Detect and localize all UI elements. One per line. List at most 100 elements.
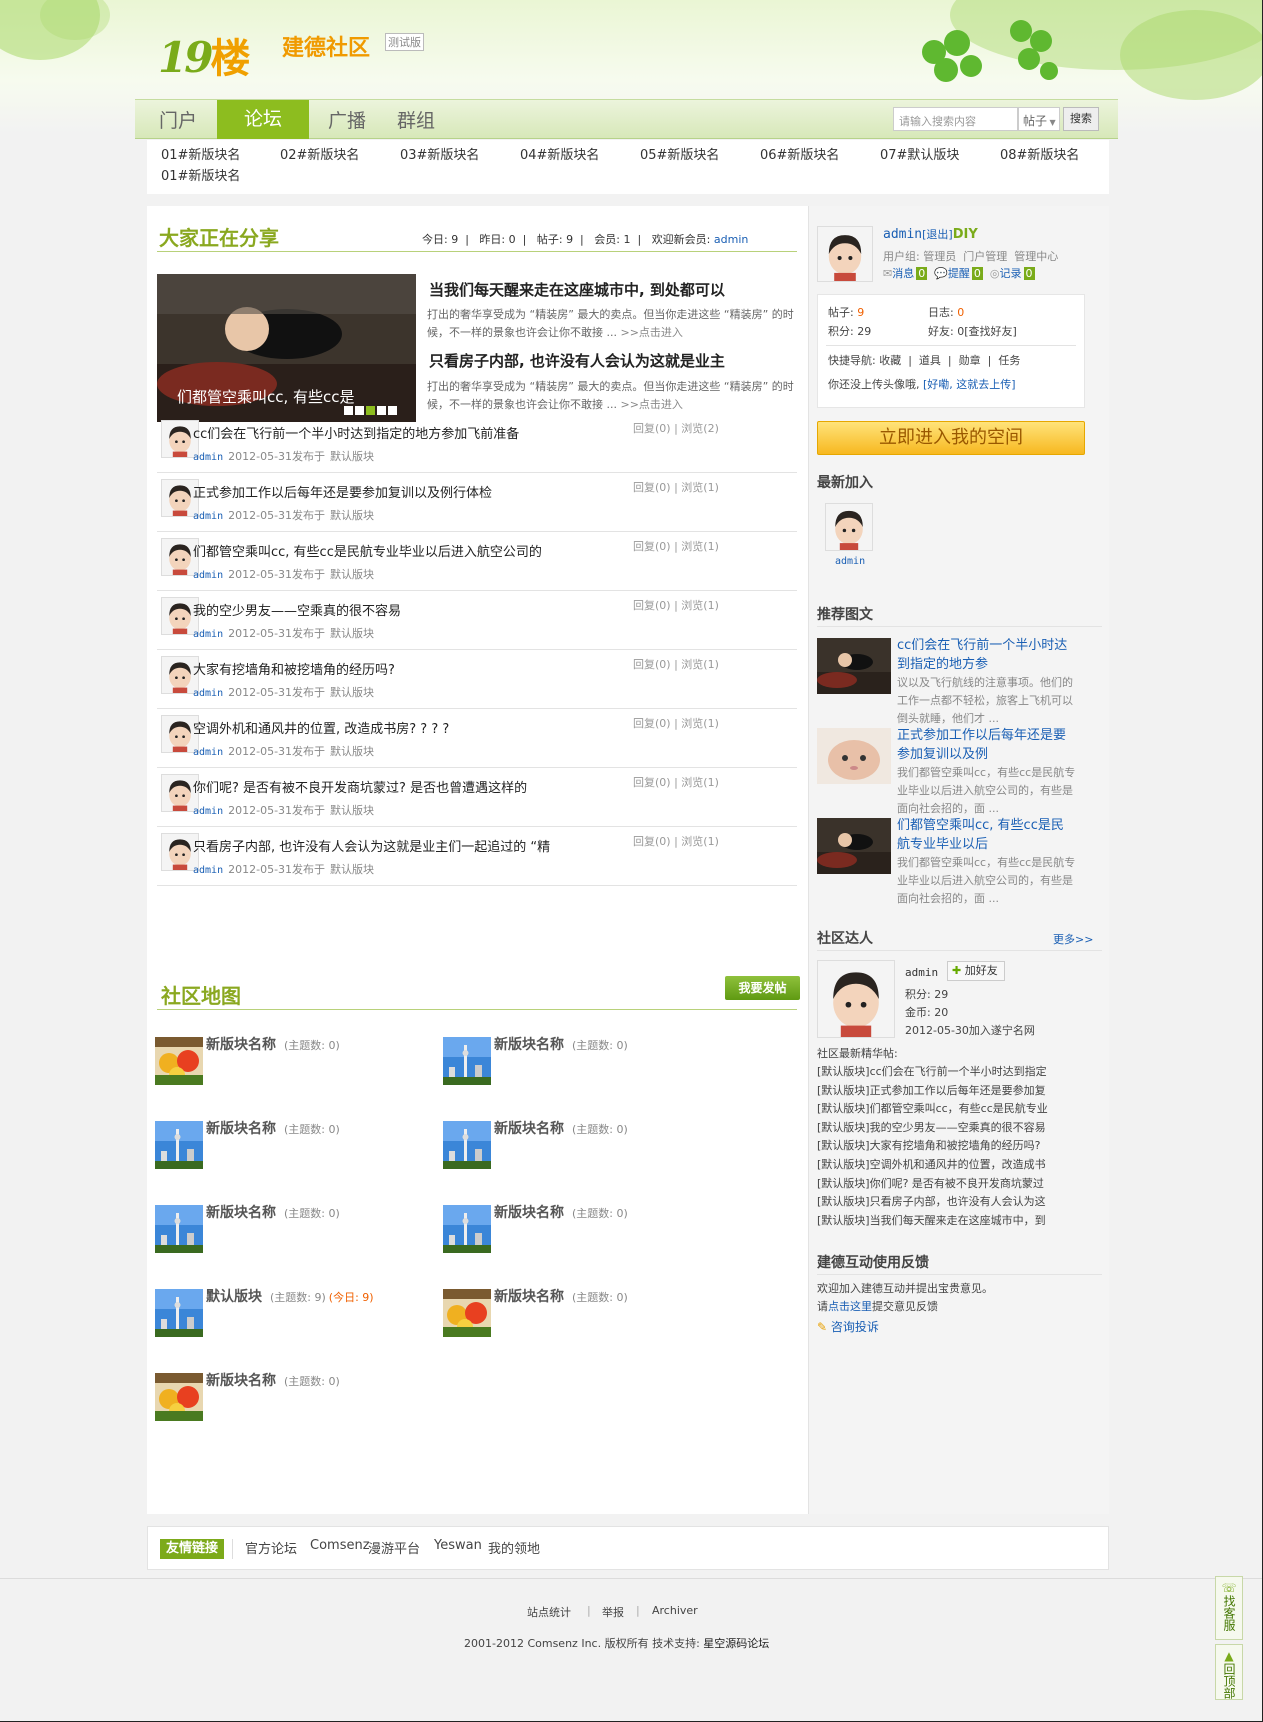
subnav-item[interactable]: 01#新版块名 — [161, 165, 240, 184]
customer-service-button[interactable]: ☏ 找客服 — [1215, 1576, 1243, 1640]
thread-author-link[interactable]: admin — [193, 747, 223, 758]
subnav-item[interactable]: 08#新版块名 — [1000, 144, 1079, 163]
subnav-item[interactable]: 05#新版块名 — [640, 144, 719, 163]
slideshow[interactable]: 们都管空乘叫cc, 有些cc是 — [157, 274, 416, 422]
quick-tasks[interactable]: 任务 — [998, 354, 1020, 367]
forum-name-link[interactable]: 新版块名称 — [494, 1286, 564, 1306]
forum-name-link[interactable]: 新版块名称 — [206, 1370, 276, 1390]
expert-avatar[interactable] — [817, 960, 895, 1038]
quick-favorites[interactable]: 收藏 — [879, 354, 901, 367]
thread-title[interactable]: 正式参加工作以后每年还是要参加复训以及例行体检 — [193, 482, 492, 501]
thread-forum-link[interactable]: 默认版块 — [330, 627, 374, 640]
complain-link[interactable]: ✎ 咨询投诉 — [817, 1318, 879, 1335]
portal-admin-link[interactable]: 门户管理 — [963, 250, 1007, 263]
footer-link-archiver[interactable]: Archiver — [652, 1604, 698, 1617]
enter-space-button[interactable]: 立即进入我的空间 — [817, 421, 1085, 455]
thread-author-link[interactable]: admin — [193, 452, 223, 463]
subnav-item[interactable]: 03#新版块名 — [400, 144, 479, 163]
thread-title[interactable]: 空调外机和通风井的位置, 改造成书房? ? ? ? — [193, 718, 449, 737]
thread-author-link[interactable]: admin — [193, 511, 223, 522]
nav-item-forum[interactable]: 论坛 — [217, 100, 309, 139]
forum-name-link[interactable]: 默认版块 — [206, 1286, 262, 1306]
slide-dot[interactable] — [377, 406, 386, 415]
essence-link[interactable]: [默认版块]当我们每天醒来走在这座城市中，到 — [817, 1211, 1046, 1231]
essence-link[interactable]: [默认版块]只看房子内部，也许没有人会认为这 — [817, 1192, 1046, 1212]
forum-name-link[interactable]: 新版块名称 — [206, 1034, 276, 1054]
friend-link[interactable]: 我的领地 — [488, 1538, 540, 1557]
friend-link[interactable]: 漫游平台 — [368, 1538, 420, 1557]
essence-link[interactable]: [默认版块]你们呢? 是否有被不良开发商坑蒙过 — [817, 1174, 1044, 1194]
featured-title[interactable]: 只看房子内部, 也许没有人会认为这就是业主 — [429, 350, 725, 371]
thread-title[interactable]: cc们会在飞行前一个半小时达到指定的地方参加飞前准备 — [193, 423, 519, 442]
thread-author-link[interactable]: admin — [193, 570, 223, 581]
recommend-thumbnail[interactable] — [817, 638, 891, 694]
friend-link[interactable]: 官方论坛 — [245, 1538, 297, 1557]
recommend-thumbnail[interactable] — [817, 728, 891, 784]
thread-forum-link[interactable]: 默认版块 — [330, 450, 374, 463]
friends-stat[interactable]: 好友: 0[查找好友] — [928, 322, 1017, 342]
forum-thumbnail[interactable] — [155, 1037, 203, 1085]
new-member-link[interactable]: admin — [714, 233, 748, 246]
forum-thumbnail[interactable] — [443, 1205, 491, 1253]
subnav-item[interactable]: 01#新版块名 — [161, 144, 240, 163]
forum-name-link[interactable]: 新版块名称 — [494, 1034, 564, 1054]
featured-title[interactable]: 当我们每天醒来走在这座城市中, 到处都可以 — [429, 279, 725, 300]
thread-author-link[interactable]: admin — [193, 688, 223, 699]
recommend-title-link[interactable]: cc们会在飞行前一个半小时达到指定的地方参 — [897, 636, 1072, 674]
nav-item-group[interactable]: 群组 — [397, 106, 435, 133]
subnav-item[interactable]: 04#新版块名 — [520, 144, 599, 163]
newest-member-avatar[interactable] — [825, 503, 873, 551]
forum-thumbnail[interactable] — [443, 1037, 491, 1085]
logout-link[interactable]: [退出] — [922, 228, 953, 241]
slide-dots[interactable] — [342, 404, 397, 418]
essence-link[interactable]: [默认版块]们都管空乘叫cc，有些cc是民航专业 — [817, 1099, 1048, 1119]
user-group-value[interactable]: 管理员 — [923, 250, 956, 263]
forum-thumbnail[interactable] — [155, 1373, 203, 1421]
footer-link-report[interactable]: 举报 — [602, 1604, 624, 1620]
thread-title[interactable]: 大家有挖墙角和被挖墙角的经历吗? — [193, 659, 395, 678]
essence-link[interactable]: [默认版块]cc们会在飞行前一个半小时达到指定 — [817, 1062, 1047, 1082]
message-link[interactable]: 消息 — [892, 267, 914, 280]
new-post-button[interactable]: 我要发帖 — [725, 976, 800, 1000]
thread-forum-link[interactable]: 默认版块 — [330, 686, 374, 699]
forum-name-link[interactable]: 新版块名称 — [206, 1118, 276, 1138]
forum-thumbnail[interactable] — [443, 1121, 491, 1169]
thread-author-link[interactable]: admin — [193, 629, 223, 640]
thread-author-link[interactable]: admin — [193, 865, 223, 876]
thread-title[interactable]: 只看房子内部, 也许没有人会认为这就是业主们一起追过的 “精 — [193, 836, 550, 855]
essence-link[interactable]: [默认版块]正式参加工作以后每年还是要参加复 — [817, 1081, 1046, 1101]
subnav-item[interactable]: 07#默认版块 — [880, 144, 959, 163]
thread-forum-link[interactable]: 默认版块 — [330, 509, 374, 522]
thread-forum-link[interactable]: 默认版块 — [330, 568, 374, 581]
forum-thumbnail[interactable] — [443, 1289, 491, 1337]
subnav-item[interactable]: 06#新版块名 — [760, 144, 839, 163]
remind-link[interactable]: 提醒 — [948, 267, 970, 280]
slide-dot[interactable] — [355, 406, 364, 415]
user-avatar[interactable] — [817, 226, 873, 282]
newest-member-name[interactable]: admin — [835, 556, 865, 567]
add-friend-button[interactable]: ✚ 加好友 — [947, 961, 1005, 981]
forum-thumbnail[interactable] — [155, 1289, 203, 1337]
logo[interactable]: 19楼 — [158, 26, 250, 84]
featured-more-link[interactable]: >>点击进入 — [621, 398, 683, 411]
forum-name-link[interactable]: 新版块名称 — [494, 1202, 564, 1222]
thread-title[interactable]: 们都管空乘叫cc, 有些cc是民航专业毕业以后进入航空公司的 — [193, 541, 542, 560]
search-type-select[interactable]: 帖子 ▼ — [1018, 107, 1060, 131]
search-button[interactable]: 搜索 — [1063, 107, 1099, 131]
thread-forum-link[interactable]: 默认版块 — [330, 804, 374, 817]
thread-title[interactable]: 我的空少男友——空乘真的很不容易 — [193, 600, 401, 619]
experts-more-link[interactable]: 更多>> — [1053, 931, 1093, 947]
recommend-title-link[interactable]: 正式参加工作以后每年还是要参加复训以及例 — [897, 726, 1072, 764]
slide-dot[interactable] — [344, 406, 353, 415]
back-to-top-button[interactable]: ▲ 回顶部 — [1215, 1644, 1243, 1700]
forum-thumbnail[interactable] — [155, 1205, 203, 1253]
recommend-thumbnail[interactable] — [817, 818, 891, 874]
essence-link[interactable]: [默认版块]我的空少男友——空乘真的很不容易 — [817, 1118, 1046, 1138]
admin-center-link[interactable]: 管理中心 — [1014, 250, 1058, 263]
upload-avatar-link[interactable]: [好嘞, 这就去上传] — [923, 378, 1016, 391]
thread-forum-link[interactable]: 默认版块 — [330, 745, 374, 758]
friend-link[interactable]: Comsenz — [310, 1538, 370, 1553]
forum-thumbnail[interactable] — [155, 1121, 203, 1169]
nav-item-broadcast[interactable]: 广播 — [328, 106, 366, 133]
slide-dot-active[interactable] — [366, 406, 375, 415]
